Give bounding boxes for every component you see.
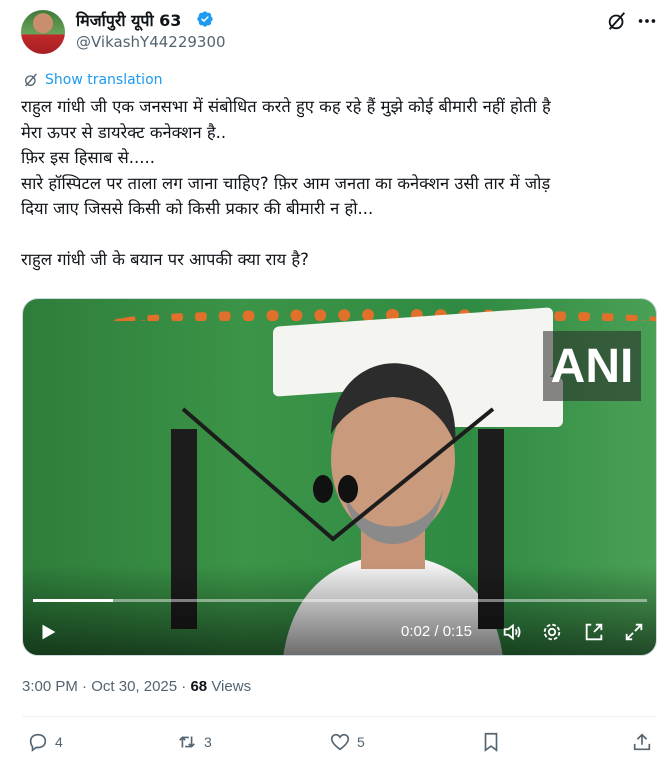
current-time: 0:02 bbox=[401, 623, 431, 640]
bookmark-icon bbox=[484, 732, 498, 752]
heart-icon bbox=[330, 733, 350, 751]
duration: 0:15 bbox=[442, 623, 472, 640]
ani-watermark: ANI bbox=[543, 331, 641, 401]
fullscreen-icon[interactable] bbox=[623, 621, 645, 643]
video-progress-bar[interactable] bbox=[33, 599, 647, 602]
views-count: 68 bbox=[190, 678, 208, 695]
tweet-text: राहुल गांधी जी एक जनसभा में संबोधित करते… bbox=[21, 97, 551, 269]
like-button[interactable]: 5 bbox=[329, 731, 365, 753]
avatar[interactable] bbox=[21, 10, 65, 54]
reply-icon bbox=[29, 733, 47, 752]
like-count: 5 bbox=[357, 734, 365, 750]
verified-badge-icon bbox=[197, 11, 213, 27]
author-handle[interactable]: @VikashY44229300 bbox=[76, 33, 226, 51]
picture-in-picture-icon[interactable] bbox=[583, 621, 605, 643]
time-separator: / bbox=[434, 623, 443, 640]
show-translation-link[interactable]: Show translation bbox=[23, 72, 163, 88]
repost-button[interactable]: 3 bbox=[176, 731, 212, 753]
show-translation-label: Show translation bbox=[45, 72, 163, 88]
play-icon[interactable] bbox=[37, 621, 59, 643]
reply-button[interactable]: 4 bbox=[27, 731, 63, 753]
volume-icon[interactable] bbox=[501, 621, 523, 643]
share-button[interactable] bbox=[631, 731, 653, 753]
more-options-icon[interactable] bbox=[636, 10, 658, 32]
video-progress-fill bbox=[33, 599, 113, 602]
author-name[interactable]: मिर्जापुरी यूपी 63 bbox=[76, 9, 181, 31]
tweet-date[interactable]: Oct 30, 2025 bbox=[91, 678, 177, 695]
translate-icon bbox=[25, 73, 37, 87]
views-label: Views bbox=[211, 678, 252, 695]
reply-count: 4 bbox=[55, 734, 63, 750]
divider bbox=[22, 716, 656, 717]
repost-icon bbox=[179, 736, 195, 748]
settings-gear-icon[interactable] bbox=[541, 621, 563, 643]
video-player[interactable]: ANI 0:02 / 0:15 bbox=[22, 298, 657, 656]
bookmark-button[interactable] bbox=[480, 731, 502, 753]
repost-count: 3 bbox=[204, 734, 212, 750]
tweet-meta: 3:00 PM · Oct 30, 2025 · 68 Views bbox=[22, 678, 251, 695]
time-readout: 0:02 / 0:15 bbox=[401, 623, 472, 640]
share-icon bbox=[633, 733, 651, 751]
meta-separator: · bbox=[82, 678, 92, 695]
tweet-time[interactable]: 3:00 PM bbox=[22, 678, 78, 695]
grok-icon[interactable] bbox=[606, 10, 628, 32]
